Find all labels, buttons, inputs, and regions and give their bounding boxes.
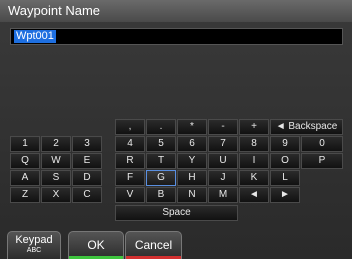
cursor-left-key[interactable]: ◄ [239, 187, 269, 203]
ok-softkey[interactable]: OK [68, 231, 124, 259]
key-6[interactable]: 6 [177, 136, 207, 152]
key-u[interactable]: U [208, 153, 238, 169]
key-k[interactable]: K [239, 170, 269, 186]
dialog-title: Waypoint Name [0, 0, 352, 22]
key-8[interactable]: 8 [239, 136, 269, 152]
key-a[interactable]: A [10, 170, 40, 186]
softkey-bar: Keypad ABC OK Cancel [0, 231, 352, 259]
keypad-softkey[interactable]: Keypad ABC [7, 231, 61, 259]
key-minus[interactable]: - [208, 119, 238, 135]
backspace-key[interactable]: ◄ Backspace [270, 119, 343, 135]
key-w[interactable]: W [41, 153, 71, 169]
key-y[interactable]: Y [177, 153, 207, 169]
waypoint-name-dialog: Waypoint Name Wpt001 , . * - + ◄ Backspa… [0, 0, 352, 259]
key-4[interactable]: 4 [115, 136, 145, 152]
key-h[interactable]: H [177, 170, 207, 186]
ok-label: OK [87, 238, 105, 252]
space-key[interactable]: Space [115, 205, 238, 221]
key-period[interactable]: . [146, 119, 176, 135]
keypad-mode-label: ABC [26, 247, 42, 254]
key-j[interactable]: J [208, 170, 238, 186]
key-2[interactable]: 2 [41, 136, 71, 152]
key-p[interactable]: P [301, 153, 343, 169]
key-m[interactable]: M [208, 187, 238, 203]
key-l[interactable]: L [270, 170, 300, 186]
waypoint-name-input[interactable]: Wpt001 [10, 28, 343, 45]
keypad-label: Keypad [15, 234, 53, 246]
key-e[interactable]: E [72, 153, 102, 169]
key-n[interactable]: N [177, 187, 207, 203]
key-g[interactable]: G [146, 170, 176, 186]
key-q[interactable]: Q [10, 153, 40, 169]
key-s[interactable]: S [41, 170, 71, 186]
key-i[interactable]: I [239, 153, 269, 169]
key-comma[interactable]: , [115, 119, 145, 135]
key-asterisk[interactable]: * [177, 119, 207, 135]
key-0[interactable]: 0 [301, 136, 343, 152]
key-9[interactable]: 9 [270, 136, 300, 152]
key-t[interactable]: T [146, 153, 176, 169]
key-o[interactable]: O [270, 153, 300, 169]
cursor-right-key[interactable]: ► [270, 187, 300, 203]
key-3[interactable]: 3 [72, 136, 102, 152]
key-b[interactable]: B [146, 187, 176, 203]
key-5[interactable]: 5 [146, 136, 176, 152]
key-1[interactable]: 1 [10, 136, 40, 152]
key-f[interactable]: F [115, 170, 145, 186]
waypoint-name-text: Wpt001 [14, 30, 56, 43]
key-r[interactable]: R [115, 153, 145, 169]
key-z[interactable]: Z [10, 187, 40, 203]
key-x[interactable]: X [41, 187, 71, 203]
cancel-label: Cancel [134, 238, 173, 252]
key-c[interactable]: C [72, 187, 102, 203]
cancel-softkey[interactable]: Cancel [125, 231, 182, 259]
key-7[interactable]: 7 [208, 136, 238, 152]
key-plus[interactable]: + [239, 119, 269, 135]
key-v[interactable]: V [115, 187, 145, 203]
key-d[interactable]: D [72, 170, 102, 186]
